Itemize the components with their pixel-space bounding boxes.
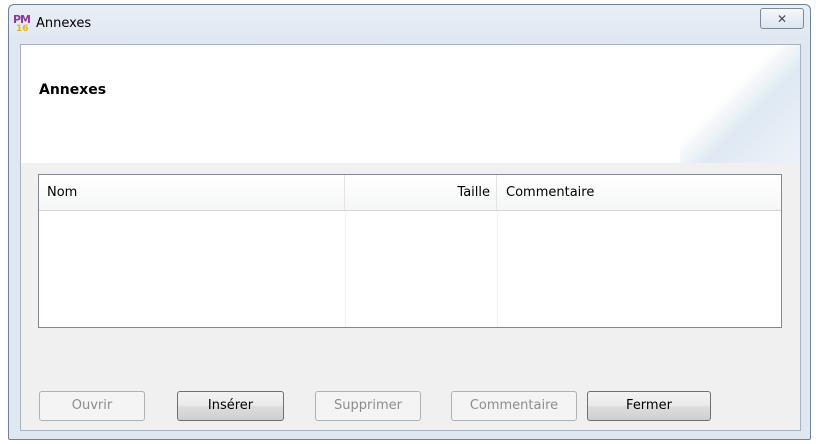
column-divider <box>345 211 346 327</box>
table-header: Nom Taille Commentaire <box>39 175 781 211</box>
column-divider <box>497 211 498 327</box>
column-header-commentaire[interactable]: Commentaire <box>497 175 781 210</box>
dialog-content: Annexes Nom Taille Commentaire Ouvrir In… <box>20 44 801 431</box>
app-logo-version: 16 <box>16 24 29 34</box>
annexes-dialog: PM 16 Annexes ✕ Annexes Nom Taille Comme… <box>8 4 811 440</box>
close-icon: ✕ <box>776 11 788 26</box>
comment-button[interactable]: Commentaire <box>451 391 577 421</box>
page-title: Annexes <box>39 82 107 98</box>
open-button[interactable]: Ouvrir <box>39 391 145 421</box>
app-logo-icon: PM 16 <box>13 13 33 37</box>
delete-button[interactable]: Supprimer <box>315 391 421 421</box>
column-header-taille[interactable]: Taille <box>345 175 497 210</box>
header-decoration <box>680 45 800 163</box>
column-header-nom[interactable]: Nom <box>39 175 345 210</box>
annexes-list[interactable]: Nom Taille Commentaire <box>38 174 782 328</box>
close-window-button[interactable]: ✕ <box>760 8 804 29</box>
insert-button[interactable]: Insérer <box>177 391 284 421</box>
window-title: Annexes <box>36 16 92 31</box>
header-panel: Annexes <box>21 45 800 163</box>
title-bar[interactable]: PM 16 Annexes ✕ <box>9 5 810 43</box>
close-button[interactable]: Fermer <box>587 391 711 421</box>
